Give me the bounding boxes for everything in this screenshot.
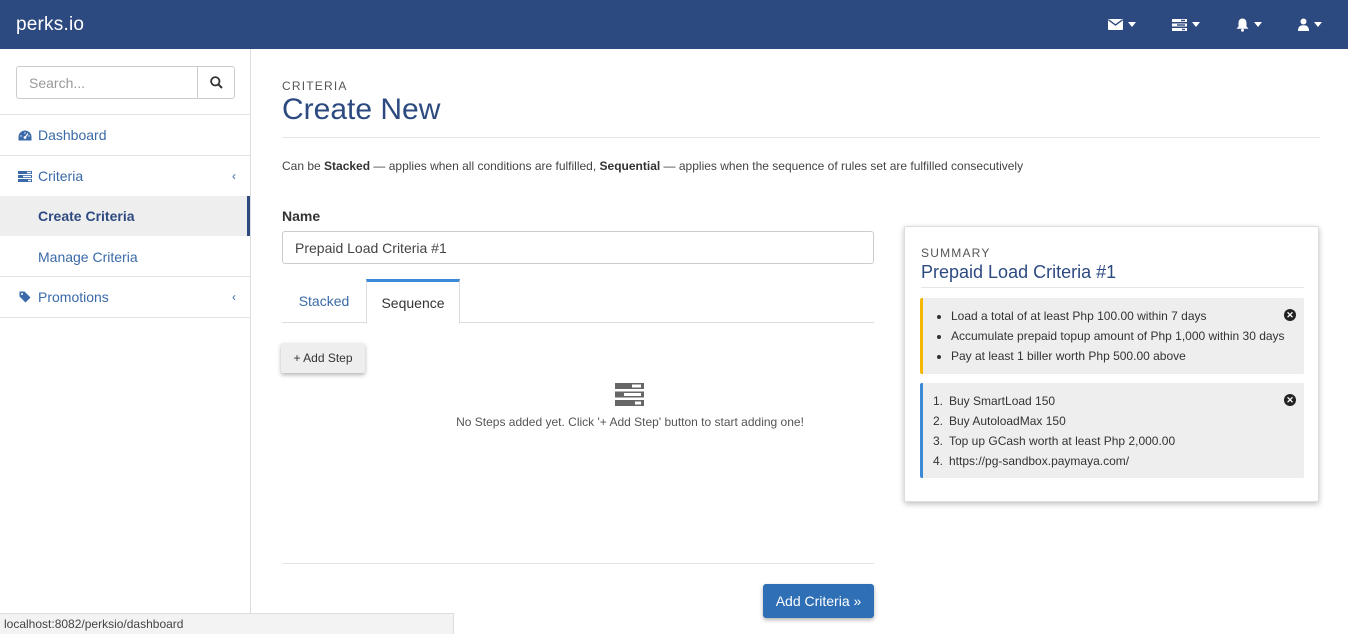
desc-text: — applies when all conditions are fulfil… [370,159,600,173]
sidebar-item-label: Create Criteria [38,208,135,224]
chevron-left-icon: ‹ [232,169,236,183]
list-item: 4. https://pg-sandbox.paymaya.com/ [933,454,1129,468]
list-icon [18,169,32,183]
caret-down-icon [1128,22,1136,27]
sidebar-divider [0,317,251,318]
desc-text: Can be [282,159,325,173]
user-dropdown[interactable] [1298,18,1322,31]
main-content: CRITERIA Create New Can be Stacked — app… [251,49,1348,634]
stacked-rules-card: Load a total of at least Php 100.00 with… [920,298,1304,374]
list-item: 3. Top up GCash worth at least Php 2,000.… [933,434,1175,448]
bell-icon [1236,18,1249,32]
sidebar-item-manage-criteria[interactable]: Manage Criteria [0,237,250,277]
criteria-type-tabs: Stacked Sequence [282,279,874,324]
tasks-dropdown[interactable] [1172,18,1200,31]
tasks-icon [615,383,644,406]
section-eyebrow: CRITERIA [282,79,348,93]
desc-stacked-term: Stacked [324,159,371,173]
sidebar-item-promotions[interactable]: Promotions ‹ [0,277,250,317]
sidebar-item-criteria[interactable]: Criteria ‹ [0,156,250,196]
summary-divider [921,287,1304,288]
list-text: https://pg-sandbox.paymaya.com/ [949,454,1130,468]
empty-state-message: No Steps added yet. Click '+ Add Step' b… [456,415,804,429]
criteria-description: Can be Stacked — applies when all condit… [282,159,1023,173]
form-divider [282,563,874,564]
caret-down-icon [1192,22,1200,27]
search-input[interactable] [16,66,197,99]
search-group [16,66,235,99]
desc-text: — applies when the sequence of rules set… [660,159,1024,173]
list-item: Pay at least 1 biller worth Php 500.00 a… [951,349,1285,369]
navbar-icons [1072,0,1322,49]
notifications-dropdown[interactable] [1236,18,1262,32]
chevron-left-icon: ‹ [232,290,236,304]
list-item: 2. Buy AutoloadMax 150 [933,414,1066,428]
list-number: 3. [933,434,944,448]
brand-logo[interactable]: perks.io [16,14,84,36]
add-step-button[interactable]: + Add Step [281,343,365,373]
list-item: Accumulate prepaid topup amount of Php 1… [951,329,1285,349]
summary-eyebrow: SUMMARY [921,246,991,260]
sequence-rules-card: 1. Buy SmartLoad 150 2. Buy AutoloadMax 15… [920,383,1304,478]
tag-icon [18,290,32,304]
tasks-icon [1172,18,1187,31]
top-navbar: perks.io [0,0,1348,49]
page-title: Create New [282,93,441,126]
sidebar-item-label: Manage Criteria [38,249,138,265]
dashboard-icon [18,128,32,142]
search-button[interactable] [197,66,235,99]
envelope-icon [1108,19,1123,30]
list-text: Buy AutoloadMax 150 [949,414,1066,428]
stacked-rules-list: Load a total of at least Php 100.00 with… [951,309,1285,369]
sidebar-item-dashboard[interactable]: Dashboard [0,115,250,155]
add-criteria-button[interactable]: Add Criteria » [763,584,874,618]
list-number: 2. [933,414,944,428]
sidebar: Dashboard Criteria ‹ Create Criteria Man… [0,49,251,634]
name-label: Name [282,208,321,224]
list-text: Buy SmartLoad 150 [949,394,1056,408]
search-icon [209,76,223,89]
close-icon[interactable]: ✕ [1284,309,1296,321]
list-number: 1. [933,394,944,408]
summary-title: Prepaid Load Criteria #1 [921,262,1117,282]
title-divider [282,137,1320,138]
user-icon [1298,18,1309,31]
sidebar-item-label: Dashboard [38,127,107,143]
close-icon[interactable]: ✕ [1284,394,1296,406]
sidebar-item-create-criteria[interactable]: Create Criteria [0,196,250,236]
browser-status-bar: localhost:8082/perksio/dashboard [0,613,454,634]
list-item: Load a total of at least Php 100.00 with… [951,309,1285,329]
list-item: 1. Buy SmartLoad 150 [933,394,1055,408]
caret-down-icon [1314,22,1322,27]
sidebar-item-label: Promotions [38,289,109,305]
name-field[interactable] [282,231,874,264]
messages-dropdown[interactable] [1108,19,1136,30]
desc-sequential-term: Sequential [599,159,661,173]
caret-down-icon [1254,22,1262,27]
tab-sequence[interactable]: Sequence [366,279,460,324]
sidebar-item-label: Criteria [38,168,84,184]
list-text: Top up GCash worth at least Php 2,000.00 [949,434,1176,448]
list-number: 4. [933,454,944,468]
tab-stacked[interactable]: Stacked [282,279,366,323]
summary-panel: SUMMARY Prepaid Load Criteria #1 Load a … [904,226,1319,502]
